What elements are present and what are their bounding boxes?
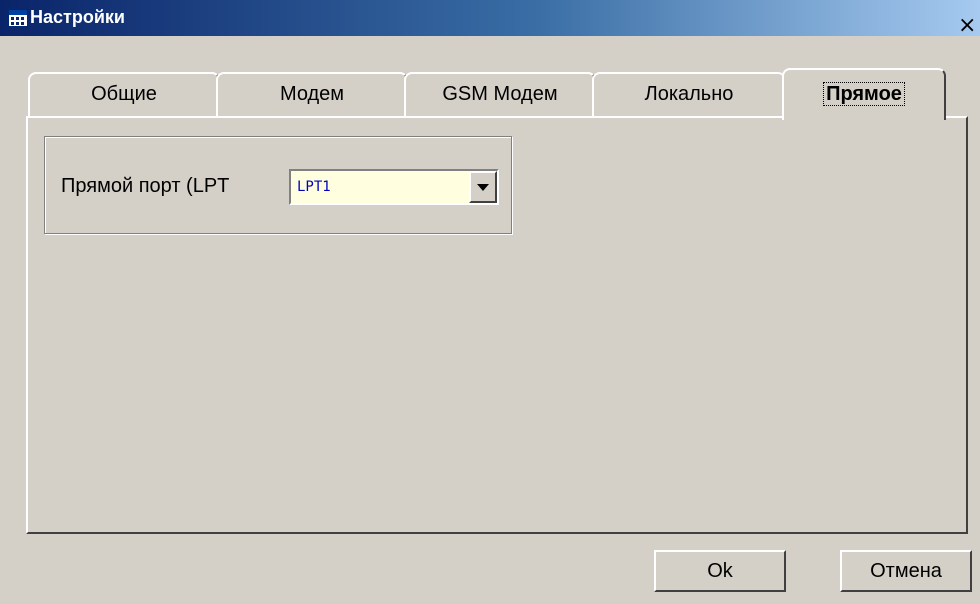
tab-label: GSM Модем	[442, 83, 558, 105]
ok-button[interactable]: Ok	[654, 550, 786, 592]
tab-gsm-modem[interactable]: GSM Модем	[404, 72, 596, 116]
settings-window: Настройки × Общие Модем GSM Модем Локаль…	[0, 0, 980, 604]
port-group-box: Прямой порт (LPT LPT1	[44, 136, 512, 234]
cancel-button[interactable]: Отмена	[840, 550, 972, 592]
calculator-icon	[8, 9, 28, 27]
tab-label: Общие	[91, 83, 157, 105]
chevron-down-icon	[477, 184, 489, 191]
tab-panel-direct: Прямой порт (LPT LPT1	[26, 116, 968, 534]
title-bar[interactable]: Настройки	[0, 0, 980, 36]
tab-modem[interactable]: Модем	[216, 72, 408, 116]
direct-port-label: Прямой порт (LPT	[61, 175, 230, 197]
direct-port-select[interactable]: LPT1	[289, 169, 499, 205]
tab-strip: Общие Модем GSM Модем Локально Прямое	[0, 64, 980, 120]
tab-label: Прямое	[823, 82, 905, 106]
tab-label: Локально	[644, 83, 734, 105]
tab-label: Модем	[279, 83, 345, 105]
window-title: Настройки	[30, 7, 125, 27]
close-icon[interactable]: ×	[954, 15, 980, 38]
dropdown-button[interactable]	[469, 171, 497, 203]
direct-port-value: LPT1	[297, 179, 331, 195]
tab-local[interactable]: Локально	[592, 72, 786, 116]
tab-direct[interactable]: Прямое	[782, 68, 946, 120]
tab-general[interactable]: Общие	[28, 72, 220, 116]
